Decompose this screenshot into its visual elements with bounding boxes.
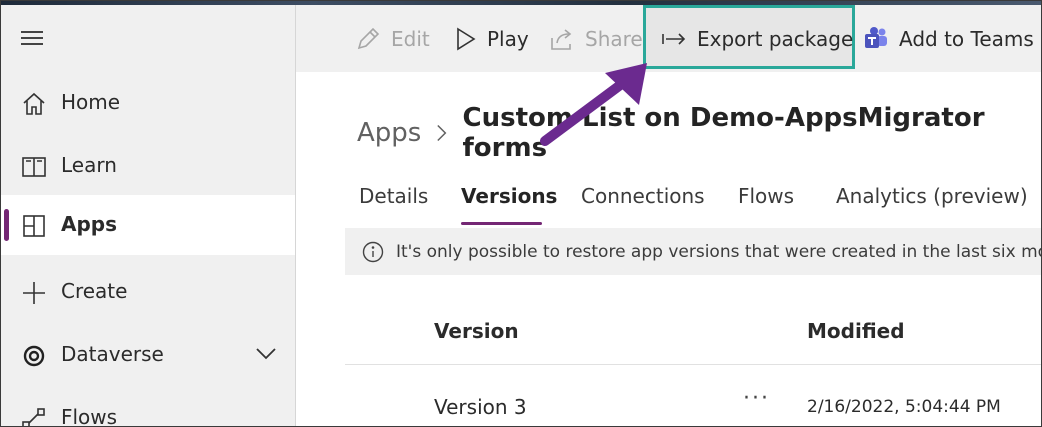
chevron-down-icon[interactable] — [255, 347, 277, 361]
sidebar-item-label: Apps — [61, 212, 118, 236]
sidebar-item-label: Learn — [61, 153, 117, 177]
active-tab-indicator — [461, 222, 542, 225]
teams-icon — [865, 26, 887, 48]
header-divider — [345, 364, 1041, 365]
share-icon — [551, 28, 572, 50]
sidebar-item-label: Dataverse — [61, 342, 164, 366]
sidebar-item-dataverse[interactable]: Dataverse — [1, 325, 295, 385]
add-to-teams-button[interactable]: Add to Teams — [863, 5, 1034, 72]
tab-flows[interactable]: Flows — [738, 184, 794, 208]
modified-cell: 2/16/2022, 5:04:44 PM — [807, 397, 1001, 417]
play-icon — [457, 27, 476, 50]
pencil-icon — [357, 27, 380, 49]
sidebar-item-home[interactable]: Home — [1, 73, 295, 133]
info-message-bar: It's only possible to restore app versio… — [345, 228, 1042, 275]
export-arrow-icon — [662, 32, 686, 45]
export-package-label: Export package — [697, 26, 854, 51]
sidebar-item-flows[interactable]: Flows — [1, 388, 295, 427]
annotation-arrow-icon — [540, 63, 647, 146]
sidebar-item-label: Create — [61, 279, 128, 303]
tab-versions[interactable]: Versions — [461, 184, 557, 208]
breadcrumb: Apps Custom List on Demo-AppsMigrator fo… — [357, 103, 1041, 163]
info-message-text: It's only possible to restore app versio… — [396, 241, 1042, 262]
sidebar-item-apps[interactable]: Apps — [1, 195, 295, 255]
sidebar-item-learn[interactable]: Learn — [1, 136, 295, 196]
sidebar-item-label: Home — [61, 90, 121, 114]
home-icon — [23, 92, 45, 115]
breadcrumb-apps-link[interactable]: Apps — [357, 118, 421, 148]
apps-icon — [23, 215, 45, 237]
version-cell: Version 3 — [434, 395, 527, 419]
edit-label: Edit — [391, 26, 430, 51]
plus-icon — [23, 282, 45, 304]
chevron-right-icon — [437, 124, 447, 142]
share-label: Share — [585, 26, 643, 51]
dataverse-icon — [23, 345, 45, 367]
sidebar-item-create[interactable]: Create — [1, 262, 295, 322]
book-icon — [22, 157, 46, 177]
edit-button[interactable]: Edit — [355, 5, 430, 72]
hamburger-menu-icon[interactable] — [21, 31, 43, 45]
info-icon — [362, 241, 384, 262]
sidebar-item-label: Flows — [61, 405, 118, 427]
column-header-version[interactable]: Version — [434, 319, 519, 343]
tab-analytics[interactable]: Analytics (preview) — [836, 184, 1028, 208]
tab-connections[interactable]: Connections — [581, 184, 705, 208]
app-window: Home Learn Apps Create Dataverse Flows E… — [0, 0, 1042, 427]
flows-icon — [22, 408, 45, 426]
export-package-button[interactable]: Export package — [661, 5, 853, 72]
sidebar: Home Learn Apps Create Dataverse Flows — [1, 5, 296, 427]
play-label: Play — [487, 26, 529, 51]
play-button[interactable]: Play — [455, 5, 529, 72]
tab-details[interactable]: Details — [359, 184, 428, 208]
column-header-modified[interactable]: Modified — [807, 319, 905, 343]
add-to-teams-label: Add to Teams — [899, 26, 1034, 51]
more-options-icon[interactable]: ··· — [743, 386, 770, 411]
